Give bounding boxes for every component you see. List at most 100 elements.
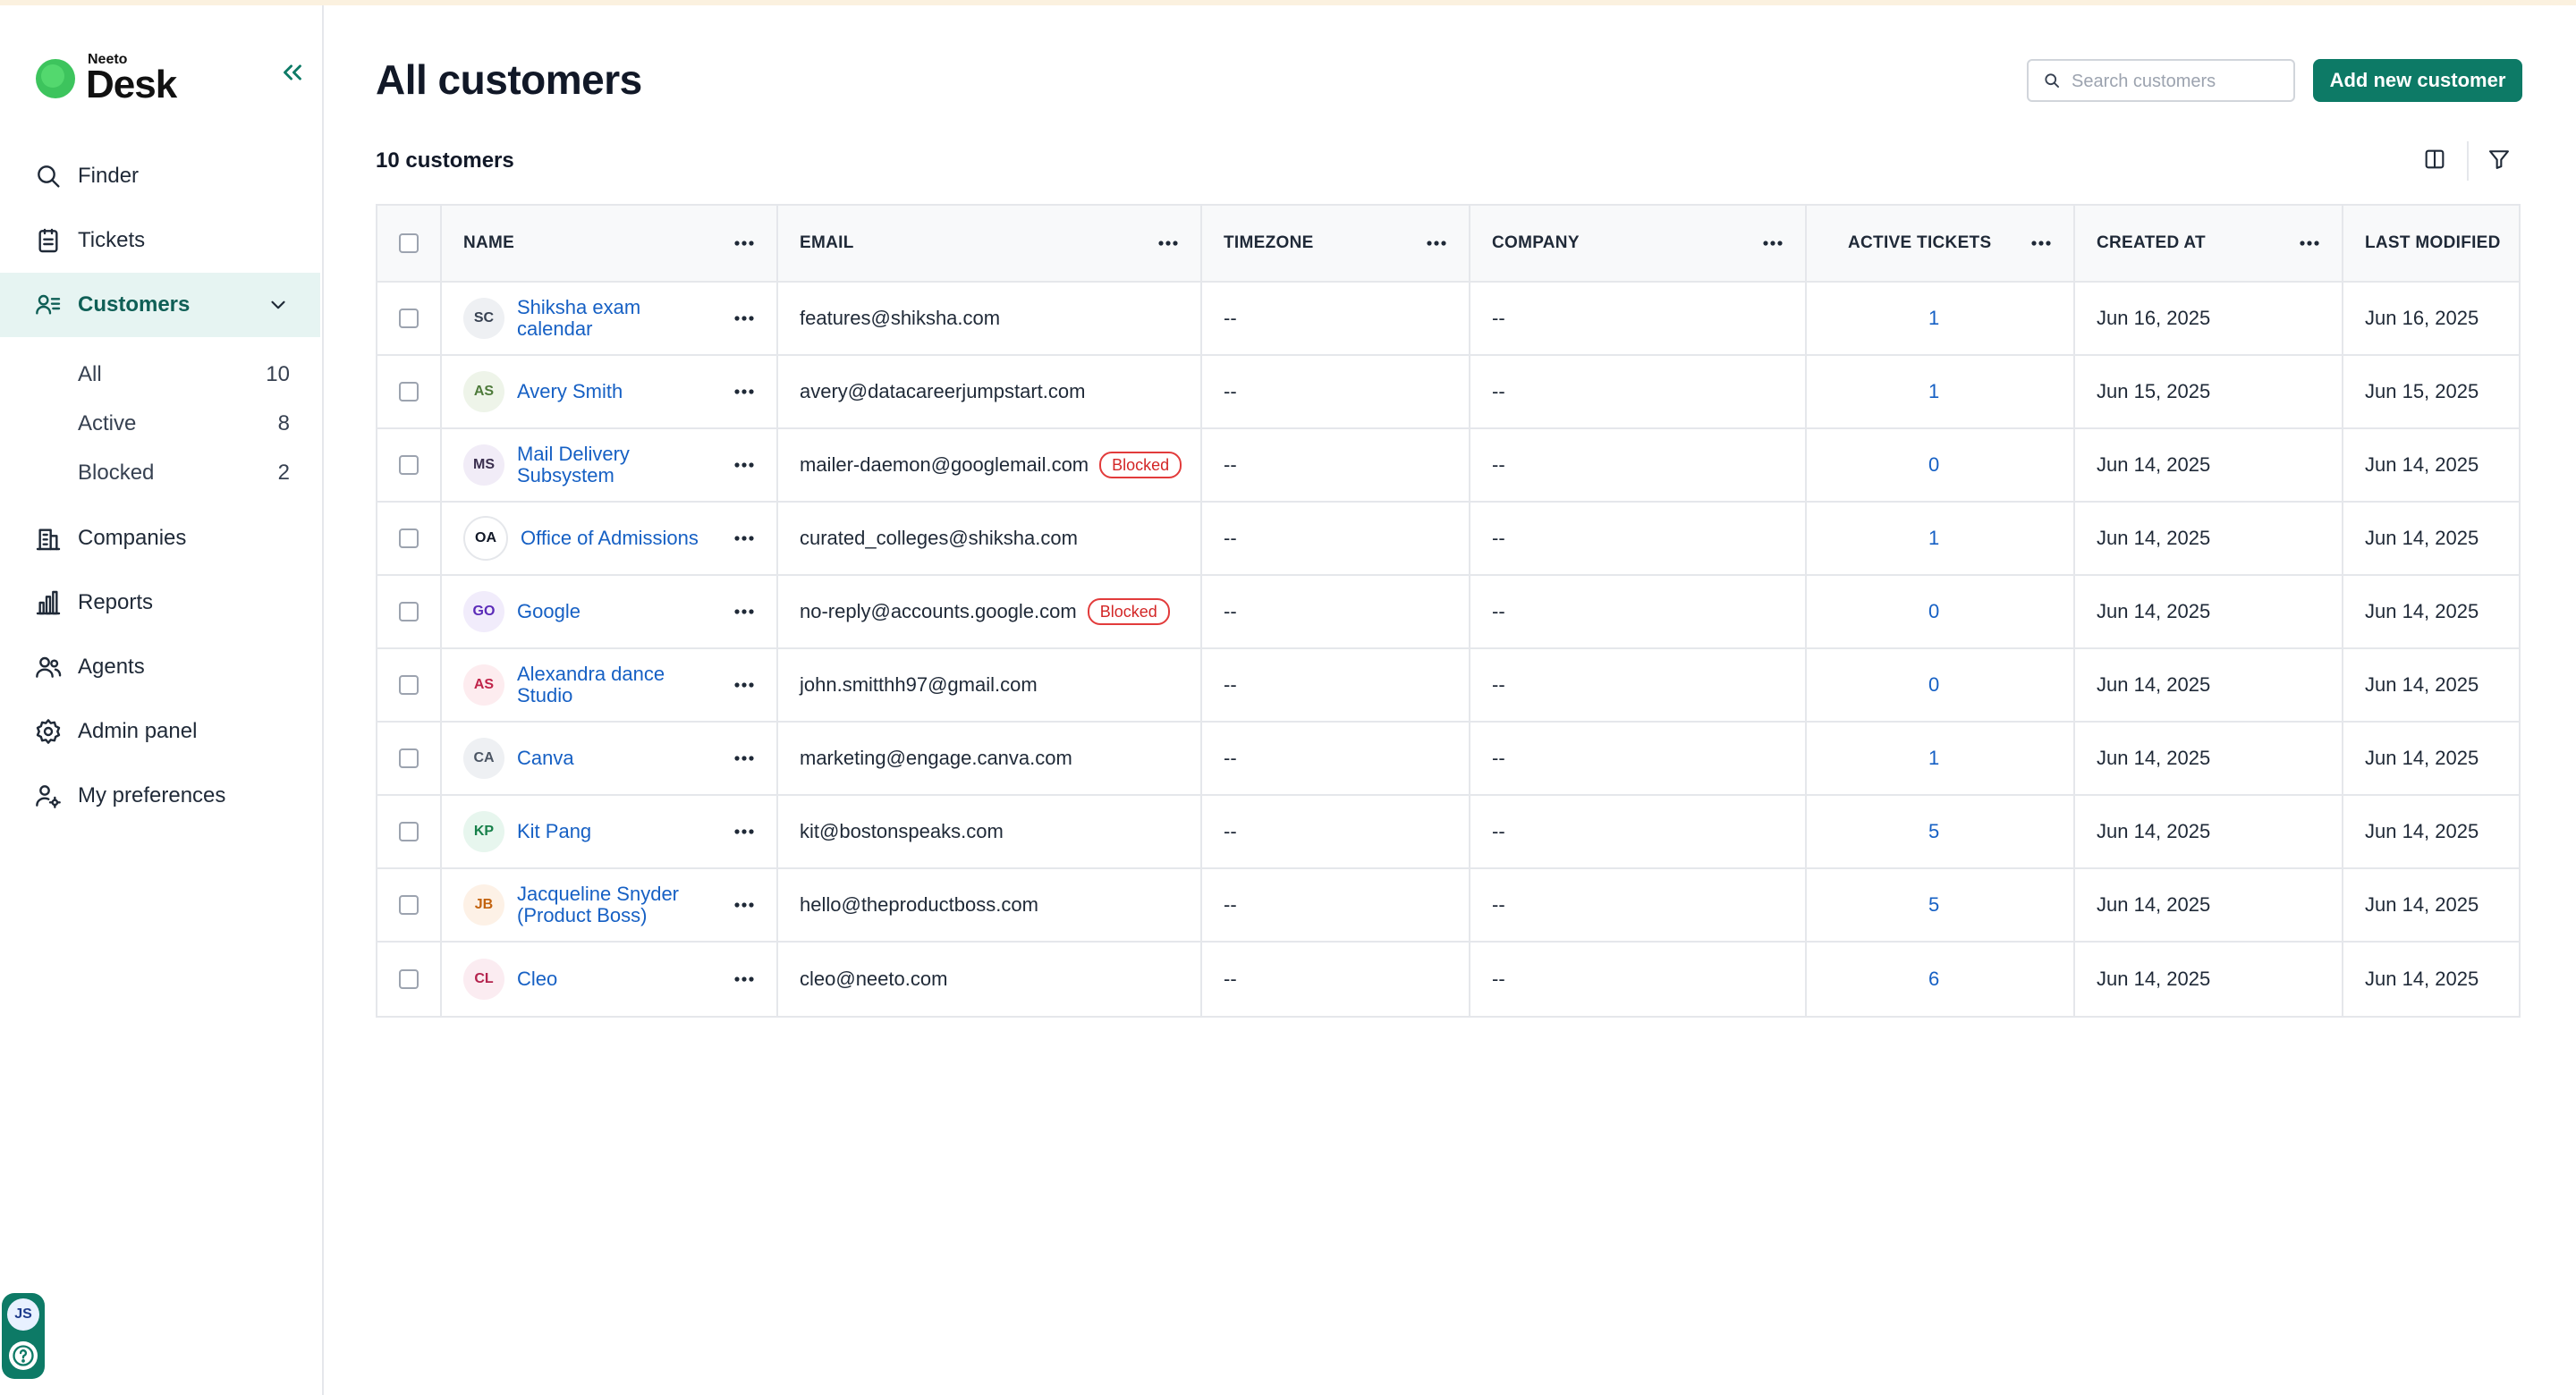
active-tickets-link[interactable]: 1 xyxy=(1928,527,1939,550)
column-header-timezone[interactable]: TIMEZONE xyxy=(1202,206,1470,281)
column-menu-icon[interactable] xyxy=(1760,232,1785,254)
active-tickets-cell: 0 xyxy=(1807,649,2075,721)
sidebar-item-label: My preferences xyxy=(78,783,226,807)
active-tickets-link[interactable]: 6 xyxy=(1928,968,1939,991)
row-actions-icon[interactable] xyxy=(732,454,757,476)
row-checkbox[interactable] xyxy=(399,822,419,841)
active-tickets-link[interactable]: 1 xyxy=(1928,307,1939,330)
filter-icon[interactable] xyxy=(2487,147,2512,172)
row-checkbox[interactable] xyxy=(399,455,419,475)
app-logo[interactable]: Neeto Desk xyxy=(34,46,213,109)
user-avatar[interactable]: JS xyxy=(7,1298,39,1331)
table-row[interactable]: GO Google no-reply@accounts.google.com Bloc… xyxy=(377,576,2519,649)
column-header-email[interactable]: EMAIL xyxy=(778,206,1202,281)
row-actions-icon[interactable] xyxy=(732,674,757,696)
column-header-created-at[interactable]: CREATED AT xyxy=(2075,206,2343,281)
row-checkbox[interactable] xyxy=(399,528,419,548)
column-header-active-tickets[interactable]: ACTIVE TICKETS xyxy=(1807,206,2075,281)
table-row[interactable]: OA Office of Admissions curated_colleges@s… xyxy=(377,503,2519,576)
row-actions-icon[interactable] xyxy=(732,748,757,769)
column-menu-icon[interactable] xyxy=(2297,232,2322,254)
customer-email: marketing@engage.canva.com xyxy=(800,747,1072,769)
column-label: LAST MODIFIED xyxy=(2365,233,2501,252)
customer-name-link[interactable]: Alexandra dance Studio xyxy=(517,664,696,706)
select-all-checkbox[interactable] xyxy=(399,233,419,253)
table-row[interactable]: SC Shiksha exam calendar features@shiksha.… xyxy=(377,283,2519,356)
sidebar-item-label: Reports xyxy=(78,590,154,614)
table-row[interactable]: MS Mail Delivery Subsystem mailer-daemon@g… xyxy=(377,429,2519,503)
customer-name-link[interactable]: Google xyxy=(517,601,696,622)
row-checkbox[interactable] xyxy=(399,895,419,915)
table-row[interactable]: JB Jacqueline Snyder (Product Boss) hello@… xyxy=(377,869,2519,943)
add-new-customer-button[interactable]: Add new customer xyxy=(2313,59,2522,102)
row-actions-icon[interactable] xyxy=(732,528,757,549)
sidebar-item-admin-panel[interactable]: Admin panel xyxy=(0,699,320,764)
row-actions-icon[interactable] xyxy=(732,821,757,842)
sidebar-item-my-preferences[interactable]: My preferences xyxy=(0,764,320,828)
customer-name-link[interactable]: Mail Delivery Subsystem xyxy=(517,444,696,486)
search-box[interactable] xyxy=(2027,59,2295,102)
active-tickets-link[interactable]: 0 xyxy=(1928,600,1939,623)
row-actions-icon[interactable] xyxy=(732,381,757,402)
table-row[interactable]: CL Cleo cleo@neeto.com -- -- 6 Jun 14, 2025 Jun… xyxy=(377,943,2519,1016)
customer-name-link[interactable]: Jacqueline Snyder (Product Boss) xyxy=(517,884,696,926)
active-tickets-link[interactable]: 5 xyxy=(1928,893,1939,917)
user-menu[interactable]: JS xyxy=(2,1293,45,1379)
row-actions-icon[interactable] xyxy=(732,308,757,329)
customer-filter-all[interactable]: All 10 xyxy=(0,350,320,399)
row-select-cell xyxy=(377,429,442,501)
customer-filter-blocked[interactable]: Blocked 2 xyxy=(0,448,320,497)
column-menu-icon[interactable] xyxy=(2029,232,2054,254)
column-header-last-modified[interactable]: LAST MODIFIED xyxy=(2343,206,2519,281)
search-input[interactable] xyxy=(2070,66,2284,97)
active-tickets-link[interactable]: 1 xyxy=(1928,380,1939,403)
sidebar-item-agents[interactable]: Agents xyxy=(0,635,320,699)
chevron-down-icon[interactable] xyxy=(267,293,290,317)
gear-icon xyxy=(34,717,63,746)
table-row[interactable]: AS Alexandra dance Studio john.smitthh97@g… xyxy=(377,649,2519,723)
column-menu-icon[interactable] xyxy=(1156,232,1181,254)
email-cell: kit@bostonspeaks.com xyxy=(778,796,1202,867)
column-header-name[interactable]: NAME xyxy=(442,206,778,281)
sidebar-item-reports[interactable]: Reports xyxy=(0,571,320,635)
sidebar-item-finder[interactable]: Finder xyxy=(0,144,320,208)
created-at-cell: Jun 16, 2025 xyxy=(2075,283,2343,354)
customer-name-link[interactable]: Kit Pang xyxy=(517,821,696,842)
sidebar-nav: Finder Tickets Customers All 10 Active 8… xyxy=(0,144,320,828)
table-row[interactable]: KP Kit Pang kit@bostonspeaks.com -- -- 5 Jun 1… xyxy=(377,796,2519,869)
customer-filter-active[interactable]: Active 8 xyxy=(0,399,320,448)
table-row[interactable]: AS Avery Smith avery@datacareerjumpstart.c… xyxy=(377,356,2519,429)
collapse-sidebar-icon[interactable] xyxy=(277,57,308,88)
column-menu-icon[interactable] xyxy=(1424,232,1449,254)
row-checkbox[interactable] xyxy=(399,602,419,621)
customer-name-link[interactable]: Shiksha exam calendar xyxy=(517,297,696,340)
name-cell: GO Google xyxy=(442,576,778,647)
table-row[interactable]: CA Canva marketing@engage.canva.com -- -- 1 Ju… xyxy=(377,723,2519,796)
row-checkbox[interactable] xyxy=(399,382,419,402)
row-actions-icon[interactable] xyxy=(732,968,757,990)
row-checkbox[interactable] xyxy=(399,748,419,768)
customer-name-link[interactable]: Canva xyxy=(517,748,696,769)
customer-name-link[interactable]: Cleo xyxy=(517,968,696,990)
row-actions-icon[interactable] xyxy=(732,601,757,622)
sidebar-item-companies[interactable]: Companies xyxy=(0,506,320,571)
row-checkbox[interactable] xyxy=(399,309,419,328)
customer-name-link[interactable]: Avery Smith xyxy=(517,381,696,402)
page-title: All customers xyxy=(376,56,642,103)
sidebar-item-label: Customers xyxy=(78,292,191,317)
active-tickets-link[interactable]: 1 xyxy=(1928,747,1939,770)
sidebar-item-customers[interactable]: Customers xyxy=(0,273,320,337)
customer-name-link[interactable]: Office of Admissions xyxy=(521,528,699,549)
sidebar-item-tickets[interactable]: Tickets xyxy=(0,208,320,273)
column-header-company[interactable]: COMPANY xyxy=(1470,206,1807,281)
row-actions-icon[interactable] xyxy=(732,894,757,916)
column-menu-icon[interactable] xyxy=(732,232,757,254)
active-tickets-link[interactable]: 0 xyxy=(1928,453,1939,477)
active-tickets-link[interactable]: 0 xyxy=(1928,673,1939,697)
help-icon[interactable] xyxy=(9,1341,38,1370)
columns-icon[interactable] xyxy=(2422,147,2447,172)
active-tickets-link[interactable]: 5 xyxy=(1928,820,1939,843)
row-checkbox[interactable] xyxy=(399,969,419,989)
company-value: -- xyxy=(1492,673,1505,696)
row-checkbox[interactable] xyxy=(399,675,419,695)
